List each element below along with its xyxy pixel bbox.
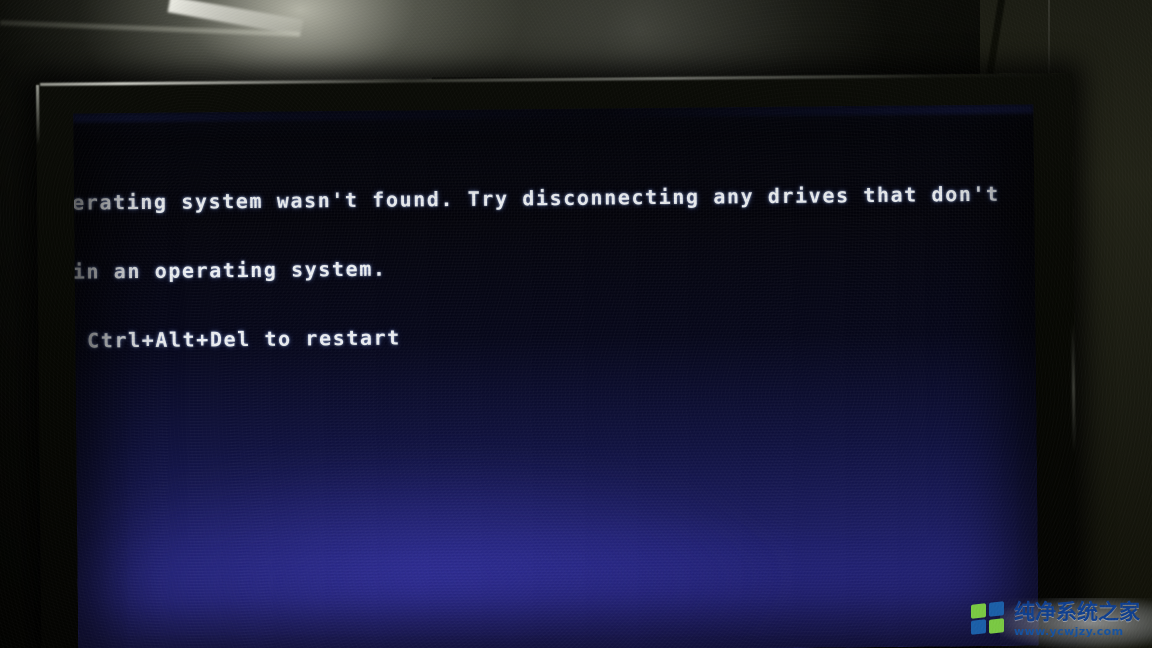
screen-top-strip	[73, 104, 1034, 123]
watermark-site-url: www.ycwjzy.com	[1014, 624, 1124, 638]
monitor-screen: erating system wasn't found. Try disconn…	[73, 104, 1039, 648]
boot-error-line-1: erating system wasn't found. Try disconn…	[73, 181, 1000, 215]
boot-error-message: erating system wasn't found. Try disconn…	[73, 136, 1038, 399]
screen-bottom-glow	[73, 447, 800, 648]
boot-error-line-2: in an operating system.	[73, 256, 387, 284]
logo-square-bottom-right	[989, 618, 1004, 634]
watermark-site-name: 纯净系统之家	[1014, 599, 1140, 624]
boot-error-line-3: Ctrl+Alt+Del to restart	[73, 325, 401, 353]
watermark-text-block: 纯净系统之家 www.ycwjzy.com	[1014, 599, 1140, 638]
logo-square-top-right	[989, 601, 1004, 617]
logo-square-bottom-left	[971, 619, 986, 635]
photo-of-monitor-screen: erating system wasn't found. Try disconn…	[0, 0, 1152, 648]
bezel-left-highlight	[36, 84, 40, 145]
logo-square-top-left	[971, 603, 986, 619]
site-watermark: 纯净系统之家 www.ycwjzy.com	[967, 594, 1146, 644]
four-square-windows-logo-icon	[971, 601, 1007, 636]
computer-monitor: erating system wasn't found. Try disconn…	[36, 73, 1078, 648]
